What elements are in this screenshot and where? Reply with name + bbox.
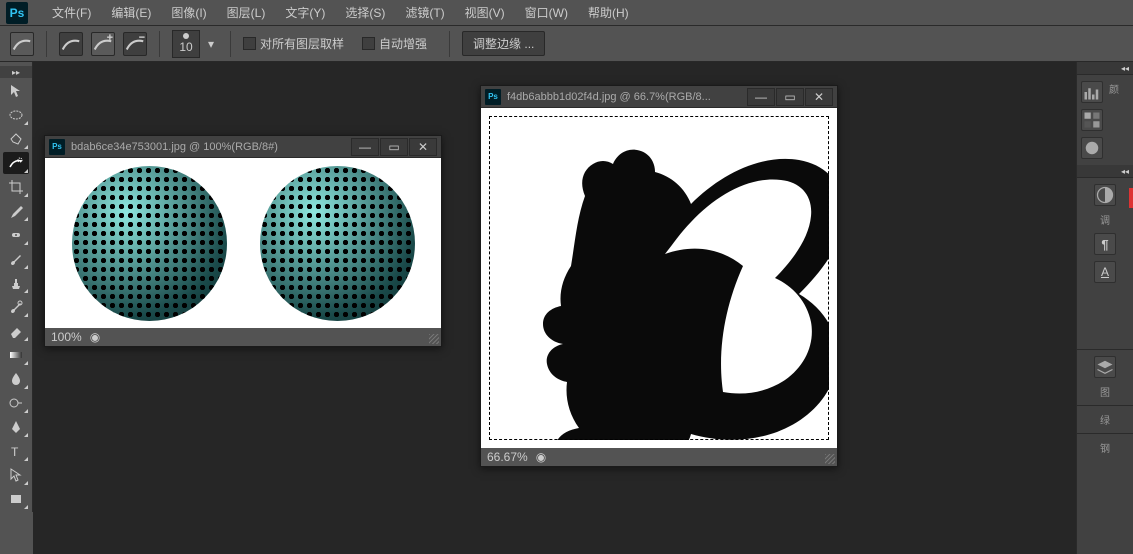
resize-grip[interactable] (429, 334, 439, 344)
workspace: Ps bdab6ce34e753001.jpg @ 100%(RGB/8#) —… (33, 62, 1076, 554)
healing-tool[interactable] (3, 224, 29, 246)
path-selection-tool[interactable] (3, 464, 29, 486)
menu-edit[interactable]: 编辑(E) (101, 4, 161, 21)
resize-grip[interactable] (825, 454, 835, 464)
svg-text:T: T (11, 445, 19, 459)
app-logo: Ps (6, 2, 28, 24)
eyedropper-tool[interactable] (3, 200, 29, 222)
menu-file[interactable]: 文件(F) (42, 4, 101, 21)
adjustments-panel-icon[interactable] (1094, 184, 1116, 206)
blur-tool[interactable] (3, 368, 29, 390)
document-statusbar-2: 66.67% ◉ (481, 448, 837, 466)
paragraph-panel-icon[interactable]: ¶ (1094, 233, 1116, 255)
document-window-1[interactable]: Ps bdab6ce34e753001.jpg @ 100%(RGB/8#) —… (44, 135, 442, 347)
status-info-icon[interactable]: ◉ (90, 330, 100, 344)
auto-enhance-label: 自动增强 (379, 35, 427, 52)
menu-help[interactable]: 帮助(H) (578, 4, 639, 21)
move-tool[interactable] (3, 80, 29, 102)
minimize-button[interactable]: — (351, 138, 379, 156)
swatches-panel-icon[interactable] (1081, 109, 1103, 131)
tool-preset-picker[interactable] (10, 32, 34, 56)
document-title-2: f4db6abbb1d02f4d.jpg @ 66.7%(RGB/8... (507, 91, 746, 103)
status-info-icon[interactable]: ◉ (536, 450, 546, 464)
ps-icon: Ps (49, 139, 65, 155)
history-brush-tool[interactable] (3, 296, 29, 318)
color-accent-indicator (1129, 188, 1133, 208)
close-button[interactable]: ✕ (805, 88, 833, 106)
quick-selection-tool[interactable] (3, 152, 29, 174)
menu-filter[interactable]: 滤镜(T) (395, 4, 454, 21)
toolbox-collapse-tab[interactable]: ▸▸ (0, 66, 32, 78)
zoom-level-1[interactable]: 100% (51, 330, 82, 344)
zoom-level-2[interactable]: 66.67% (487, 450, 528, 464)
image-circle-left (72, 166, 227, 321)
document-title-1: bdab6ce34e753001.jpg @ 100%(RGB/8#) (71, 141, 350, 153)
document-canvas-1[interactable] (45, 158, 441, 328)
eraser-tool[interactable] (3, 320, 29, 342)
maximize-button[interactable]: ▭ (776, 88, 804, 106)
minimize-button[interactable]: — (747, 88, 775, 106)
gradient-tool[interactable] (3, 344, 29, 366)
refine-edge-button[interactable]: 调整边缘 ... (462, 31, 545, 56)
menu-select[interactable]: 选择(S) (335, 4, 395, 21)
selection-add-button[interactable] (91, 32, 115, 56)
menu-view[interactable]: 视图(V) (455, 4, 515, 21)
sample-all-layers-checkbox[interactable]: 对所有图层取样 (243, 35, 344, 52)
document-window-2[interactable]: Ps f4db6abbb1d02f4d.jpg @ 66.7%(RGB/8...… (480, 85, 838, 467)
adjust-panel-label[interactable]: 调 (1100, 212, 1110, 227)
image-circle-right (260, 166, 415, 321)
type-tool[interactable]: T (3, 440, 29, 462)
menu-bar: Ps 文件(F) 编辑(E) 图像(I) 图层(L) 文字(Y) 选择(S) 滤… (0, 0, 1133, 26)
right-panel-dock: ◂◂ 颜 ◂◂ 调 ¶ A 图 绿 钢 (1076, 62, 1133, 554)
selection-new-button[interactable] (59, 32, 83, 56)
panel-expand-tab[interactable]: ◂◂ (1077, 62, 1133, 74)
panel-expand-tab-2[interactable]: ◂◂ (1077, 165, 1133, 177)
menu-type[interactable]: 文字(Y) (275, 4, 335, 21)
menu-image[interactable]: 图像(I) (161, 4, 216, 21)
document-canvas-2[interactable] (481, 108, 837, 448)
character-panel-icon[interactable]: A (1094, 261, 1116, 283)
layers-panel-label[interactable]: 图 (1100, 384, 1110, 399)
brush-size-value: 10 (179, 40, 192, 54)
rectangle-tool[interactable] (3, 488, 29, 510)
selection-subtract-button[interactable] (123, 32, 147, 56)
channels-panel-label[interactable]: 绿 (1100, 412, 1110, 427)
styles-panel-icon[interactable] (1081, 137, 1103, 159)
document-titlebar-1[interactable]: Ps bdab6ce34e753001.jpg @ 100%(RGB/8#) —… (45, 136, 441, 158)
clone-stamp-tool[interactable] (3, 272, 29, 294)
crop-tool[interactable] (3, 176, 29, 198)
selection-marquee (489, 116, 829, 440)
menu-layer[interactable]: 图层(L) (217, 4, 276, 21)
sample-all-label: 对所有图层取样 (260, 35, 344, 52)
histogram-panel-icon[interactable] (1081, 81, 1103, 103)
layers-panel-icon[interactable] (1094, 356, 1116, 378)
marquee-tool[interactable] (3, 104, 29, 126)
paths-panel-label[interactable]: 钢 (1100, 440, 1110, 455)
toolbox: ▸▸ T (0, 62, 33, 512)
color-panel-label[interactable]: 颜 (1109, 81, 1119, 103)
maximize-button[interactable]: ▭ (380, 138, 408, 156)
close-button[interactable]: ✕ (409, 138, 437, 156)
pen-tool[interactable] (3, 416, 29, 438)
ps-icon: Ps (485, 89, 501, 105)
brush-tool[interactable] (3, 248, 29, 270)
menu-window[interactable]: 窗口(W) (515, 4, 578, 21)
brush-size-picker[interactable]: 10 (172, 30, 200, 58)
dodge-tool[interactable] (3, 392, 29, 414)
options-bar: 10 ▾ 对所有图层取样 自动增强 调整边缘 ... (0, 26, 1133, 62)
lasso-tool[interactable] (3, 128, 29, 150)
document-titlebar-2[interactable]: Ps f4db6abbb1d02f4d.jpg @ 66.7%(RGB/8...… (481, 86, 837, 108)
auto-enhance-checkbox[interactable]: 自动增强 (362, 35, 427, 52)
document-statusbar-1: 100% ◉ (45, 328, 441, 346)
